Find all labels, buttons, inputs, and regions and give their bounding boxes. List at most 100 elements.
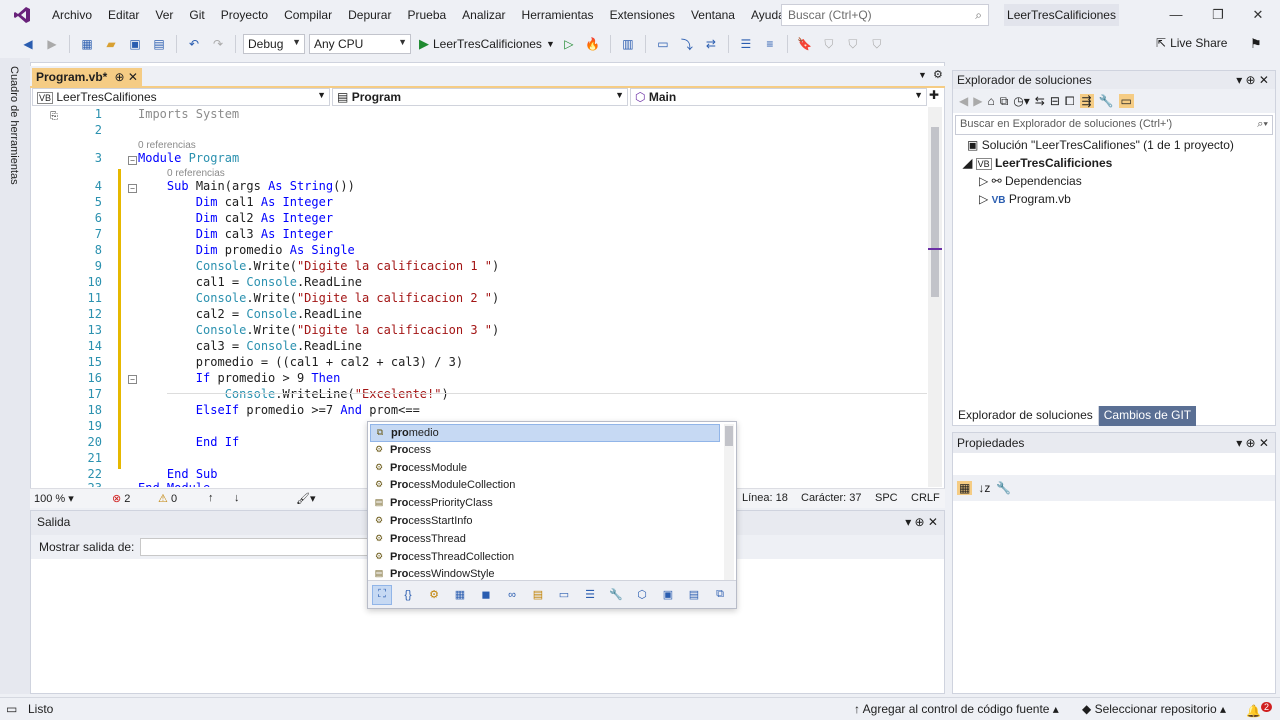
error-count[interactable]: ⊗ 2 — [112, 492, 130, 505]
tab-git-changes[interactable]: Cambios de GIT — [1098, 406, 1197, 426]
code-line[interactable]: Sub Main(args As String()) — [138, 179, 355, 193]
uncomment-icon[interactable]: ≡ — [760, 34, 780, 54]
source-control-button[interactable]: ↑ Agregar al control de código fuente ▴ — [854, 702, 1059, 716]
undo-icon[interactable]: ↶ — [184, 34, 204, 54]
feedback-icon[interactable]: ⚑ — [1250, 36, 1262, 52]
menu-item-extensiones[interactable]: Extensiones — [602, 0, 683, 30]
redo-icon[interactable]: ↷ — [208, 34, 228, 54]
menu-item-compilar[interactable]: Compilar — [276, 0, 340, 30]
scrollbar-thumb[interactable] — [931, 127, 939, 297]
filter-module-icon[interactable]: ▭ — [554, 585, 574, 605]
next-bookmark-icon[interactable]: ⛉ — [843, 34, 863, 54]
filter-interface-icon[interactable]: ◼ — [476, 585, 496, 605]
code-line[interactable]: Console.Write("Digite la calificacion 3 … — [138, 323, 499, 337]
code-line[interactable]: ElseIf promedio >=7 And prom<== — [138, 403, 420, 417]
new-project-icon[interactable]: ▦ — [77, 34, 97, 54]
completion-item[interactable]: ⚙ ProcessModule — [370, 460, 720, 478]
menu-item-depurar[interactable]: Depurar — [340, 0, 399, 30]
fold-toggle-icon[interactable]: − — [128, 184, 137, 193]
completion-item[interactable]: ⚙ ProcessThread — [370, 531, 720, 549]
filter-method-icon[interactable]: ⬡ — [632, 585, 652, 605]
save-icon[interactable]: ▣ — [125, 34, 145, 54]
back-icon[interactable]: ◀ — [18, 34, 38, 54]
code-line[interactable]: If promedio > 9 Then — [138, 371, 341, 385]
code-line[interactable]: Dim cal1 As Integer — [138, 195, 333, 209]
output-source-select[interactable] — [140, 538, 381, 556]
code-lens-references[interactable]: 0 referencias — [167, 168, 225, 179]
code-line[interactable]: Console.Write("Digite la calificacion 2 … — [138, 291, 499, 305]
menu-item-herramientas[interactable]: Herramientas — [514, 0, 602, 30]
code-line[interactable]: cal1 = Console.ReadLine — [138, 275, 362, 289]
column-indicator[interactable]: Carácter: 37 — [801, 492, 862, 504]
maximize-icon[interactable]: ❐ — [1198, 0, 1238, 30]
completion-item[interactable]: ⧉ promedio — [370, 424, 720, 442]
alphabetical-icon[interactable]: ↓z — [978, 481, 990, 495]
filter-enum-icon[interactable]: ▤ — [528, 585, 548, 605]
tab-dropdown-icon[interactable]: ▼ — [918, 70, 927, 80]
code-line[interactable]: End Module — [138, 481, 210, 487]
menu-item-proyecto[interactable]: Proyecto — [213, 0, 276, 30]
start-without-debug-icon[interactable]: ▷ — [559, 34, 579, 54]
editor-vertical-scrollbar[interactable] — [928, 107, 942, 487]
warning-count[interactable]: ⚠ 0 — [158, 492, 177, 505]
code-line[interactable]: Dim promedio As Single — [138, 243, 355, 257]
navigate-icon[interactable]: ⇄ — [701, 34, 721, 54]
completion-item[interactable]: ⚙ ProcessStartInfo — [370, 513, 720, 531]
code-cleanup-icon[interactable]: 🖌▾ — [296, 492, 316, 505]
switch-views-icon[interactable]: ⧉ — [1000, 94, 1009, 109]
toolbox-tab[interactable]: Cuadro de herramientas — [0, 58, 30, 694]
tree-project[interactable]: ◢ VB LeerTresCalificiones — [963, 156, 1112, 170]
filter-local-icon[interactable]: ▤ — [684, 585, 704, 605]
show-all-files-icon[interactable]: ⧠ — [1065, 94, 1075, 109]
output-window-icon[interactable]: ▭ — [6, 702, 17, 716]
completion-item[interactable]: ⚙ ProcessModuleCollection — [370, 477, 720, 495]
properties-icon[interactable]: 🔧 — [1099, 94, 1114, 108]
line-indicator[interactable]: Línea: 18 — [742, 492, 788, 504]
next-issue-icon[interactable]: ↓ — [234, 492, 240, 504]
platform-select[interactable]: Any CPU ▼ — [309, 34, 411, 54]
tree-solution[interactable]: ▣ Solución "LeerTresCalifiones" (1 de 1 … — [967, 138, 1234, 152]
code-line[interactable]: Dim cal2 As Integer — [138, 211, 333, 225]
previous-issue-icon[interactable]: ↑ — [208, 492, 214, 504]
code-line[interactable]: cal2 = Console.ReadLine — [138, 307, 362, 321]
tab-solution-explorer[interactable]: Explorador de soluciones — [952, 406, 1099, 426]
filter-field-icon[interactable]: ▣ — [658, 585, 678, 605]
fold-toggle-icon[interactable]: − — [128, 156, 137, 165]
line-ending-indicator[interactable]: CRLF — [911, 492, 940, 504]
menu-item-editar[interactable]: Editar — [100, 0, 147, 30]
menu-item-analizar[interactable]: Analizar — [454, 0, 513, 30]
code-line[interactable]: Console.Write("Digite la calificacion 1 … — [138, 259, 499, 273]
nav-project-select[interactable]: VB LeerTresCalifiones ▼ — [32, 88, 330, 106]
fold-toggle-icon[interactable]: − — [128, 375, 137, 384]
filter-snippet-icon[interactable]: ⧉ — [710, 585, 730, 605]
show-all-files-toggle-icon[interactable]: ⇶ — [1079, 94, 1094, 108]
filter-constant-icon[interactable]: ☰ — [580, 585, 600, 605]
completion-item[interactable]: ⚙ Process — [370, 442, 720, 460]
code-lens-references[interactable]: 0 referencias — [138, 140, 196, 151]
menu-item-ventana[interactable]: Ventana — [683, 0, 743, 30]
nav-member-select[interactable]: ⬡ Main ▼ — [630, 88, 927, 106]
close-window-icon[interactable]: ✕ — [1238, 0, 1278, 30]
filter-namespace-icon[interactable]: {} — [398, 585, 418, 605]
step-icon[interactable]: ⤵ — [677, 34, 697, 54]
pending-changes-icon[interactable]: ◷▾ — [1013, 94, 1030, 108]
pane-controls-icon[interactable]: ▾ ⊕ ✕ — [1236, 436, 1269, 450]
tree-program-file[interactable]: ▷ VB Program.vb — [979, 192, 1071, 206]
menu-item-prueba[interactable]: Prueba — [399, 0, 454, 30]
zoom-select[interactable]: 100 % ▾ — [34, 492, 74, 505]
filter-property-icon[interactable]: 🔧 — [606, 585, 626, 605]
home-icon[interactable]: ⌂ — [987, 94, 994, 108]
preview-icon[interactable]: ▭ — [1118, 94, 1134, 108]
close-tab-icon[interactable]: ⊕ ✕ — [115, 70, 138, 84]
browser-link-icon[interactable]: ▥ — [618, 34, 638, 54]
nav-class-select[interactable]: ▤ Program ▼ — [332, 88, 628, 106]
visual-studio-logo-icon[interactable] — [0, 0, 44, 30]
select-repo-button[interactable]: ◆ Seleccionar repositorio ▴ — [1082, 702, 1226, 716]
code-line[interactable]: End Sub — [138, 467, 218, 481]
save-all-icon[interactable]: ▤ — [149, 34, 169, 54]
minimize-icon[interactable]: — — [1156, 0, 1196, 30]
search-input[interactable]: Buscar (Ctrl+Q) ⌕ — [781, 4, 989, 26]
start-button[interactable]: ▶ LeerTresCalificiones ▼ — [419, 36, 555, 52]
menu-item-ver[interactable]: Ver — [147, 0, 181, 30]
code-line[interactable]: Imports System — [138, 107, 239, 121]
